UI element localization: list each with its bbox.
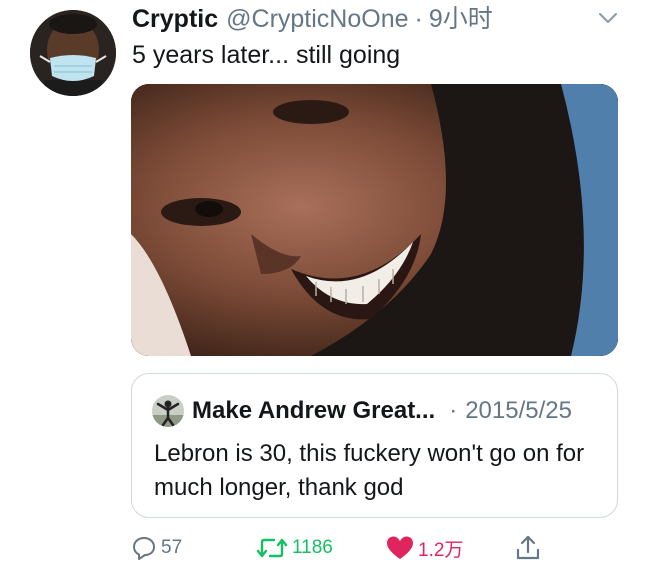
- author-handle[interactable]: @CrypticNoOne: [226, 4, 408, 34]
- retweet-count: 1186: [292, 537, 333, 558]
- share-icon: [514, 534, 542, 562]
- author-display-name[interactable]: Cryptic: [132, 4, 218, 34]
- quoted-tweet-header: Make Andrew Great... · 2015/5/25: [192, 396, 572, 426]
- reply-count: 57: [161, 537, 183, 558]
- quoted-tweet-text: Lebron is 30, this fuckery won't go on f…: [154, 440, 585, 501]
- like-count: 1.2万: [418, 539, 464, 561]
- quoted-author-name[interactable]: Make Andrew Great...: [192, 396, 435, 426]
- quoted-tweet-date: 2015/5/25: [465, 397, 572, 424]
- share-button[interactable]: [514, 530, 542, 566]
- like-button[interactable]: 1.2万: [386, 530, 463, 566]
- author-avatar[interactable]: [30, 10, 116, 96]
- heart-icon: [386, 535, 414, 561]
- header-separator: ·: [414, 5, 423, 33]
- retweet-button[interactable]: 1186: [256, 530, 333, 566]
- quoted-separator: ·: [449, 397, 458, 424]
- retweet-icon: [256, 535, 288, 561]
- reply-button[interactable]: 57: [131, 530, 182, 566]
- tweet-actions-bar: 57 1186 1.2万: [0, 530, 650, 566]
- tweet-text: 5 years later... still going: [132, 41, 401, 69]
- tweet-header: Cryptic @CrypticNoOne · 9小时: [132, 4, 493, 34]
- tweet-timestamp[interactable]: 9小时: [429, 4, 493, 34]
- quoted-tweet[interactable]: Make Andrew Great... · 2015/5/25 Lebron …: [131, 373, 618, 518]
- tweet-media-image[interactable]: [131, 84, 618, 356]
- quoted-author-avatar[interactable]: [152, 395, 184, 427]
- chevron-down-icon[interactable]: [596, 8, 620, 28]
- reply-icon: [131, 535, 157, 561]
